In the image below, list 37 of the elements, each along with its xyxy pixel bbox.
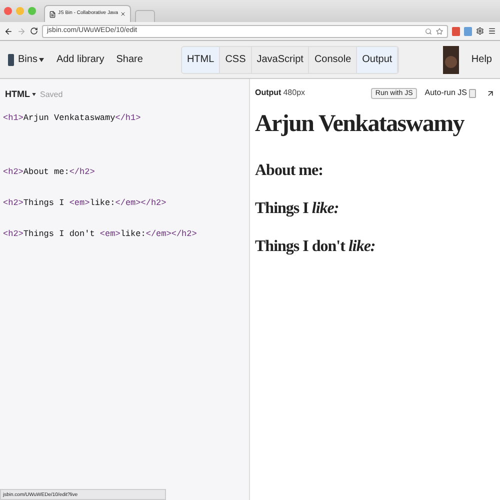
panel-tab[interactable]: Console [309, 46, 358, 72]
page-icon [49, 10, 56, 18]
search-icon[interactable] [425, 28, 432, 34]
panel-tab[interactable]: CSS [220, 46, 252, 72]
auto-run-checkbox[interactable] [469, 88, 476, 98]
forward-icon[interactable] [17, 26, 26, 36]
pop-out-icon[interactable] [486, 88, 495, 98]
panel-tab[interactable]: JavaScript [252, 46, 310, 72]
auto-run-label: Auto-run JS [424, 87, 467, 99]
caret-icon [39, 58, 44, 62]
panel-title: Output [255, 87, 282, 99]
avatar[interactable] [443, 46, 460, 74]
reload-icon[interactable] [30, 27, 38, 35]
heading: Arjun Venkataswamy [255, 110, 466, 139]
back-icon[interactable] [4, 26, 13, 36]
caret-icon [32, 93, 36, 96]
save-status: Saved [40, 89, 63, 101]
help-link[interactable]: Help [471, 52, 492, 67]
code-line: <h1>Arjun Venkataswamy</h1> [3, 112, 142, 124]
toolbar-link[interactable]: Add library [56, 52, 104, 67]
settings-icon[interactable] [476, 27, 484, 35]
close-icon[interactable] [120, 11, 126, 17]
code-line: <h2>Things I <em>like:</em></h2> [3, 198, 168, 208]
code-line: <h2>About me:</h2> [3, 166, 96, 178]
logo-icon [8, 54, 14, 66]
bins-menu[interactable]: Bins [18, 52, 44, 67]
output-width: 480px [283, 87, 306, 99]
toolbar-link[interactable]: Share [116, 52, 143, 67]
panel-tab[interactable]: HTML [182, 46, 220, 72]
subheading: Things I don't like: [255, 237, 376, 257]
panel-title[interactable]: HTML [5, 88, 36, 102]
subheading: About me: [255, 161, 324, 181]
subheading: Things I like: [255, 199, 340, 219]
menu-icon[interactable] [488, 27, 496, 35]
panel-tab[interactable]: Output [357, 46, 398, 72]
star-icon[interactable] [436, 28, 443, 34]
code-line: <h2>Things I don't <em>like:</em></h2> [3, 228, 198, 240]
